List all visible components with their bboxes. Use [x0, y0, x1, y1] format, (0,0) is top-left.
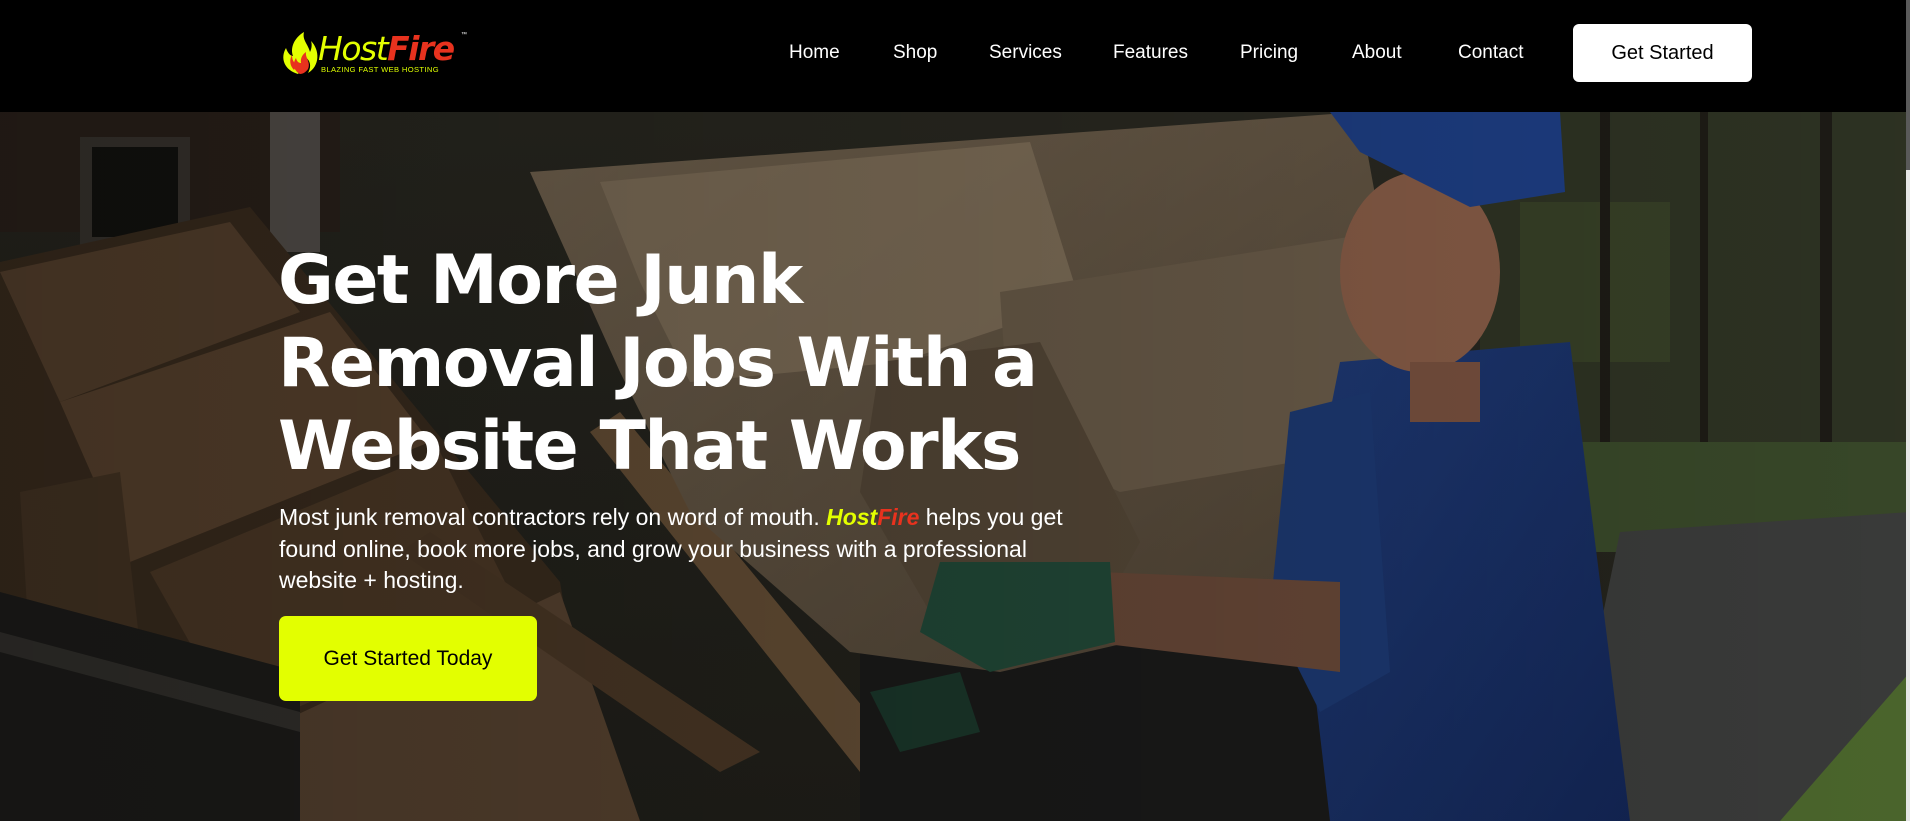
- site-header: HostFire ™ BLAZING FAST WEB HOSTING Home…: [0, 0, 1910, 112]
- hero-heading-line-1: Get More Junk: [278, 241, 803, 320]
- nav-contact[interactable]: Contact: [1458, 41, 1523, 65]
- logo-wordmark: HostFire: [318, 29, 455, 68]
- nav-features[interactable]: Features: [1113, 41, 1188, 65]
- nav-shop[interactable]: Shop: [893, 41, 937, 65]
- scrollbar-thumb[interactable]: [1906, 0, 1910, 170]
- hero-section: Get More Junk Removal Jobs With a Websit…: [0, 112, 1910, 821]
- get-started-today-button[interactable]: Get Started Today: [279, 616, 537, 701]
- nav-home[interactable]: Home: [789, 41, 840, 65]
- nav-services[interactable]: Services: [989, 41, 1062, 65]
- hero-brand-fire: Fire: [877, 504, 920, 530]
- get-started-button[interactable]: Get Started: [1573, 24, 1752, 82]
- hero-brand-host: Host: [826, 504, 878, 530]
- hero-heading-line-3: Website That Works: [278, 407, 1021, 486]
- hero-subtext-intro: Most junk removal contractors rely on wo…: [279, 504, 827, 530]
- hero-subtext: Most junk removal contractors rely on wo…: [279, 502, 1079, 597]
- flame-icon: [283, 32, 318, 74]
- nav-pricing[interactable]: Pricing: [1240, 41, 1298, 65]
- trademark-mark: ™: [461, 32, 467, 38]
- hero-heading-line-2: Removal Jobs With a: [278, 324, 1038, 403]
- nav-about[interactable]: About: [1352, 41, 1402, 65]
- hero-heading: Get More Junk Removal Jobs With a Websit…: [278, 239, 1098, 488]
- hostfire-logo[interactable]: HostFire ™ BLAZING FAST WEB HOSTING: [278, 28, 478, 78]
- logo-tagline: BLAZING FAST WEB HOSTING: [321, 65, 439, 74]
